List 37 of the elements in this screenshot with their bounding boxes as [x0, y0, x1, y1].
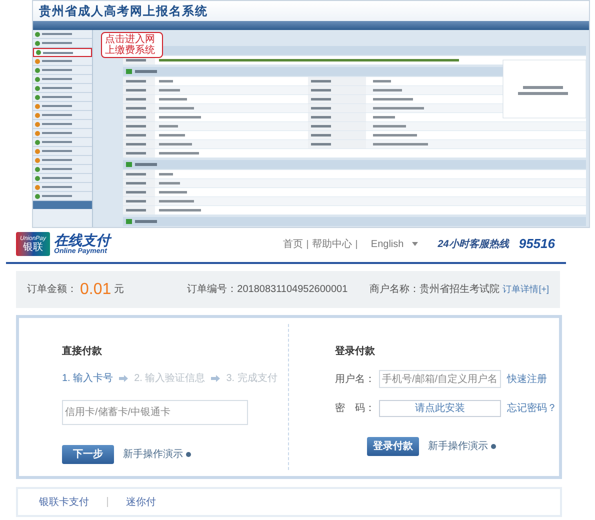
card-number-field[interactable]: 信用卡/储蓄卡/中银通卡 — [62, 400, 248, 425]
header-link[interactable]: 帮助中心 — [312, 236, 352, 252]
username-field[interactable]: 手机号/邮箱/自定义用户名 — [379, 370, 501, 388]
guide-link[interactable]: 新手操作演示 — [123, 447, 191, 462]
section-title: 登录付款 — [335, 344, 376, 359]
header-link[interactable]: 首页 — [282, 236, 303, 252]
step-label: 1. 输入卡号 — [62, 372, 114, 386]
sidebar-footer-bar — [33, 201, 92, 209]
order-number: 订单编号：20180831104952600001 — [187, 282, 348, 297]
sidebar-item[interactable] — [33, 48, 92, 57]
amount-label: 订单金额： — [27, 282, 77, 297]
callout: 点击进入网上缴费系统 — [101, 32, 163, 58]
system-title: 贵州省成人高考网上报名系统 — [39, 3, 208, 20]
payment-method-tab[interactable]: 迷你付 — [126, 494, 156, 510]
merchant-name: 商户名称：贵州省招生考试院 — [370, 282, 500, 297]
hotline-number: 95516 — [518, 235, 555, 254]
language-select[interactable]: English — [370, 236, 418, 252]
hotline-label: 24小时客服热线 — [438, 237, 509, 252]
forgot-password-link[interactable]: 忘记密码？ — [507, 401, 557, 416]
arrow-icon — [211, 375, 220, 382]
order-details-link[interactable]: 订单详情[+] — [502, 282, 549, 296]
step-label: 2. 输入验证信息 — [134, 372, 206, 386]
next-button[interactable]: 下一步 — [62, 445, 114, 464]
logo-title: 在线支付 — [54, 232, 110, 248]
payment-method-tab[interactable]: 银联卡支付 — [39, 494, 89, 510]
register-link[interactable]: 快速注册 — [507, 372, 547, 386]
amount-value: 0.01 — [80, 280, 112, 300]
step-label: 3. 完成支付 — [226, 372, 278, 386]
badge-text: 银联 — [23, 243, 43, 253]
password-label: 密 码： — [335, 402, 376, 416]
guide-link[interactable]: 新手操作演示 — [428, 439, 496, 454]
login-pay-button[interactable]: 登录付款 — [367, 437, 419, 456]
section-title: 直接付款 — [62, 344, 103, 359]
arrow-icon — [119, 375, 128, 382]
password-field[interactable]: 请点此安装 — [379, 400, 501, 417]
currency: 元 — [114, 283, 124, 297]
username-label: 用户名： — [335, 372, 376, 386]
